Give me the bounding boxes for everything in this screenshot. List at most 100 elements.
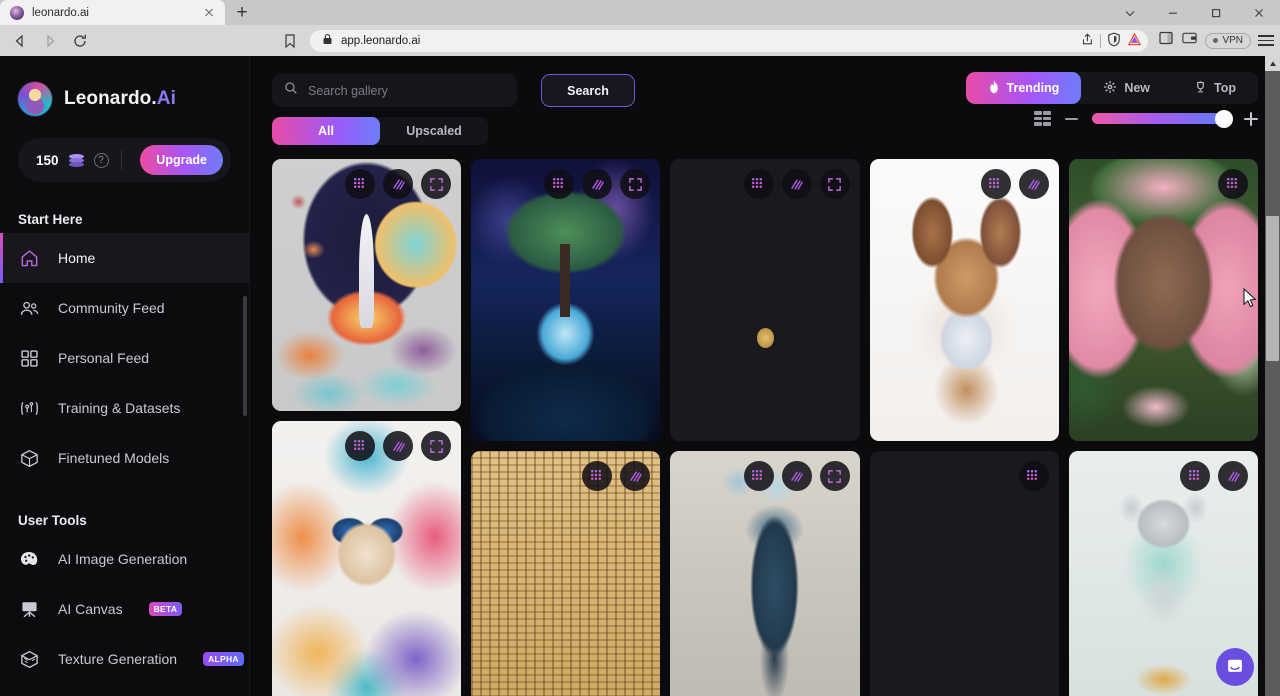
remix-icon[interactable] — [345, 169, 376, 199]
brave-wallet-icon[interactable] — [1181, 30, 1198, 51]
expand-fullscreen-icon[interactable] — [421, 169, 452, 199]
artwork-image — [471, 159, 661, 441]
tab-trending[interactable]: Trending — [965, 72, 1082, 104]
image-gallery — [250, 145, 1280, 696]
sidebar-item-finetuned-models[interactable]: Finetuned Models — [0, 433, 249, 483]
card-action-bar — [582, 461, 651, 491]
tab-label: Top — [1214, 81, 1236, 95]
tab-top[interactable]: Top — [1172, 72, 1258, 104]
bookmark-icon[interactable] — [276, 27, 304, 55]
browser-actions: VPN — [1154, 30, 1274, 51]
minimize-icon[interactable] — [1151, 0, 1194, 25]
artwork-image — [272, 421, 462, 696]
gallery-card[interactable] — [471, 159, 661, 441]
remix-icon[interactable] — [1180, 461, 1211, 491]
upscale-wand-icon[interactable] — [383, 431, 414, 461]
scroll-up-arrow-icon[interactable] — [1265, 56, 1280, 71]
gallery-card[interactable] — [869, 451, 1059, 696]
mouse-cursor — [1243, 287, 1257, 313]
brand-logo-area[interactable]: Leonardo.Ai — [0, 56, 249, 116]
filter-pills: All Upscaled — [272, 117, 488, 145]
leonardo-logo-icon — [18, 82, 52, 116]
new-tab-button[interactable] — [225, 0, 259, 25]
sidebar-scrollbar-thumb[interactable] — [243, 296, 247, 416]
upscale-wand-icon[interactable] — [620, 461, 651, 491]
brave-rewards-icon[interactable] — [1127, 31, 1142, 50]
brave-shield-icon[interactable] — [1107, 32, 1121, 50]
grid-layout-icon[interactable] — [1034, 111, 1051, 126]
reload-icon[interactable] — [66, 27, 94, 55]
vpn-toggle[interactable]: VPN — [1205, 32, 1251, 49]
home-icon — [18, 247, 40, 269]
filter-all[interactable]: All — [272, 117, 380, 145]
remix-icon[interactable] — [980, 169, 1011, 199]
artwork-image — [1068, 159, 1259, 441]
sidebar-item-training-datasets[interactable]: Training & Datasets — [0, 383, 249, 433]
remix-icon[interactable] — [345, 431, 376, 461]
sidebar-item-community-feed[interactable]: Community Feed — [0, 283, 249, 333]
page-body: Leonardo.Ai 150 ? Upgrade Start Here Hom… — [0, 56, 1280, 696]
forward-arrow-icon[interactable] — [36, 27, 64, 55]
upscale-wand-icon[interactable] — [582, 169, 613, 199]
maximize-icon[interactable] — [1194, 0, 1237, 25]
remix-icon[interactable] — [582, 461, 613, 491]
card-action-bar — [980, 169, 1049, 199]
question-mark-icon[interactable]: ? — [93, 152, 109, 168]
filter-upscaled[interactable]: Upscaled — [380, 117, 488, 145]
grid-size-slider[interactable] — [1092, 109, 1233, 128]
sidebar-item-ai-canvas[interactable]: AI Canvas BETA — [0, 584, 249, 634]
upscale-wand-icon[interactable] — [781, 461, 812, 491]
remix-icon[interactable] — [544, 169, 575, 199]
remix-icon[interactable] — [1218, 169, 1249, 199]
slider-handle[interactable] — [1215, 109, 1233, 128]
gallery-card[interactable] — [670, 451, 860, 696]
upscale-wand-icon[interactable] — [1018, 169, 1049, 199]
expand-fullscreen-icon[interactable] — [819, 169, 850, 199]
search-button[interactable]: Search — [541, 74, 635, 107]
intercom-chat-icon[interactable] — [1216, 648, 1254, 686]
gallery-card[interactable] — [670, 159, 860, 441]
gallery-card[interactable] — [869, 159, 1059, 441]
sidebar-item-label: Community Feed — [58, 300, 165, 316]
close-icon[interactable] — [201, 5, 217, 21]
expand-fullscreen-icon[interactable] — [819, 461, 850, 491]
gallery-card[interactable] — [1068, 159, 1259, 441]
browser-menu-icon[interactable] — [1258, 35, 1274, 46]
gallery-card[interactable] — [272, 159, 462, 411]
sidebar-panel-icon[interactable] — [1158, 30, 1174, 51]
close-icon[interactable] — [1237, 0, 1280, 25]
search-icon — [284, 81, 298, 100]
expand-fullscreen-icon[interactable] — [620, 169, 651, 199]
chevron-down-icon[interactable] — [1108, 0, 1151, 25]
flame-icon — [988, 80, 1000, 97]
upscale-wand-icon[interactable] — [383, 169, 414, 199]
tab-new[interactable]: New — [1081, 72, 1172, 104]
remix-icon[interactable] — [743, 169, 774, 199]
card-action-bar — [345, 431, 452, 461]
plus-icon[interactable] — [1244, 111, 1258, 126]
expand-fullscreen-icon[interactable] — [421, 431, 452, 461]
credits-panel: 150 ? Upgrade — [18, 138, 231, 182]
remix-icon[interactable] — [743, 461, 774, 491]
url-bar[interactable]: app.leonardo.ai — [310, 29, 1149, 52]
remix-icon[interactable] — [1018, 461, 1049, 491]
minus-icon[interactable] — [1065, 117, 1078, 120]
credits-amount: 150 — [36, 152, 59, 168]
sidebar-item-texture-generation[interactable]: Texture Generation ALPHA — [0, 634, 249, 684]
sidebar-item-personal-feed[interactable]: Personal Feed — [0, 333, 249, 383]
sidebar-item-ai-image-generation[interactable]: AI Image Generation — [0, 534, 249, 584]
gallery-card[interactable] — [471, 451, 661, 696]
upscale-wand-icon[interactable] — [1218, 461, 1249, 491]
search-input[interactable] — [308, 83, 505, 98]
upgrade-button[interactable]: Upgrade — [140, 145, 223, 175]
share-icon[interactable] — [1080, 32, 1094, 49]
search-box[interactable] — [272, 74, 517, 107]
back-arrow-icon[interactable] — [6, 27, 34, 55]
upscale-wand-icon[interactable] — [781, 169, 812, 199]
page-scrollbar[interactable] — [1265, 56, 1280, 696]
sidebar-item-home[interactable]: Home — [0, 233, 249, 283]
card-action-bar — [345, 169, 452, 199]
scrollbar-thumb[interactable] — [1266, 216, 1279, 361]
gallery-card[interactable] — [272, 421, 462, 696]
browser-tab[interactable]: leonardo.ai — [0, 0, 225, 25]
